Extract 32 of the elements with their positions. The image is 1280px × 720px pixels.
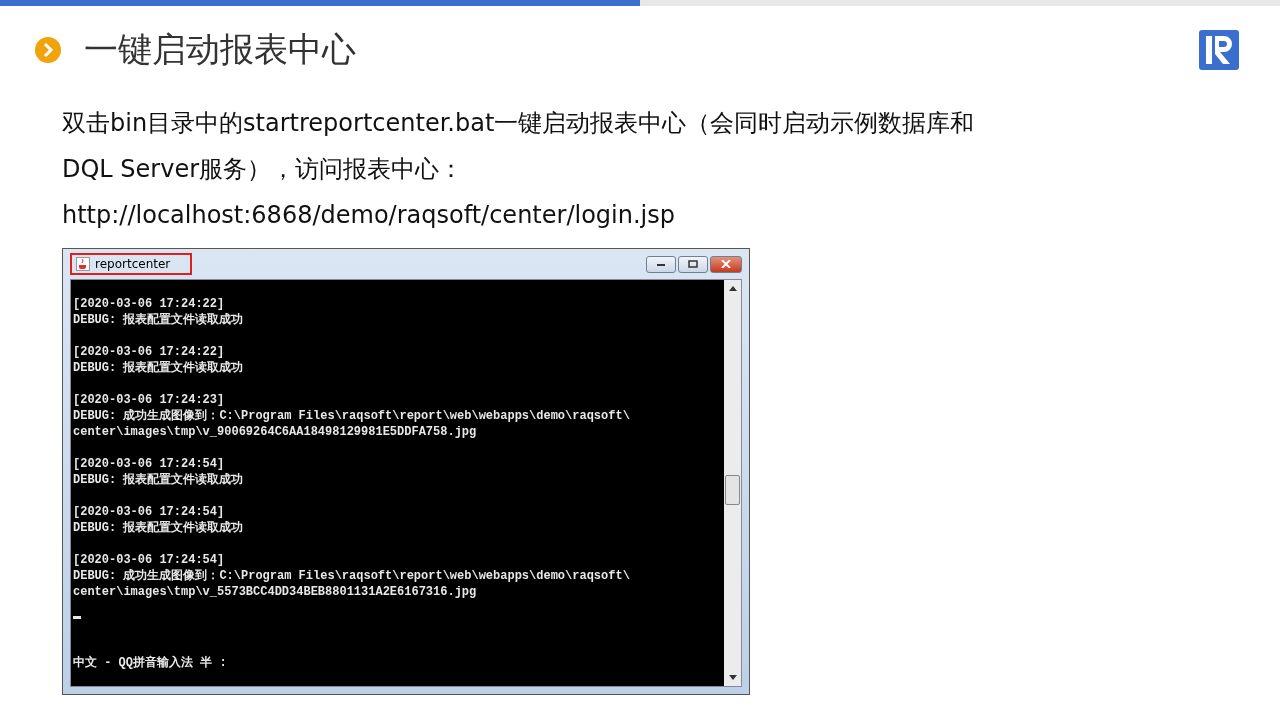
maximize-icon: [688, 260, 698, 268]
console-line: DEBUG: 成功生成图像到：C:\Program Files\raqsoft\report\web\webapps\demo\raqsoft\: [73, 568, 631, 584]
console-line: [2020-03-06 17:24:54]: [73, 552, 226, 568]
console-line: [2020-03-06 17:24:22]: [73, 296, 226, 312]
scroll-thumb[interactable]: [725, 475, 740, 505]
console-line: [2020-03-06 17:24:54]: [73, 504, 226, 520]
slide-title: 一键启动报表中心: [84, 28, 357, 71]
console-line: center\images\tmp\v_5573BCC4DD34BEB8801131A2E6167316.jpg: [73, 584, 478, 600]
window-title: reportcenter: [95, 257, 171, 271]
console-line: [2020-03-06 17:24:22]: [73, 344, 226, 360]
text-cursor: [73, 616, 81, 619]
minimize-icon: [656, 261, 666, 267]
scrollbar[interactable]: [724, 280, 741, 686]
close-button[interactable]: [710, 255, 742, 273]
console-line: DEBUG: 报表配置文件读取成功: [73, 472, 245, 488]
java-cup-icon: [76, 257, 90, 271]
url-text: http://localhost:6868/demo/raqsoft/center/login.jsp: [62, 200, 676, 231]
console-line: [2020-03-06 17:24:54]: [73, 456, 226, 472]
logo-icon: [1198, 29, 1240, 71]
maximize-button[interactable]: [678, 255, 708, 273]
close-icon: [721, 260, 731, 268]
console-line: DEBUG: 报表配置文件读取成功: [73, 312, 245, 328]
minimize-button[interactable]: [646, 255, 676, 273]
console-line: center\images\tmp\v_90069264C6AA18498129981E5DDFA758.jpg: [73, 424, 478, 440]
console-line: DEBUG: 报表配置文件读取成功: [73, 520, 245, 536]
chevron-icon: [34, 36, 62, 64]
ime-status: 中文 - QQ拼音输入法 半 :: [73, 655, 228, 671]
console-line: DEBUG: 成功生成图像到：C:\Program Files\raqsoft\report\web\webapps\demo\raqsoft\: [73, 408, 631, 424]
console-line: DEBUG: 报表配置文件读取成功: [73, 360, 245, 376]
scroll-down-icon[interactable]: [728, 675, 737, 680]
console-line: [2020-03-06 17:24:23]: [73, 392, 226, 408]
scroll-up-icon[interactable]: [728, 286, 737, 291]
